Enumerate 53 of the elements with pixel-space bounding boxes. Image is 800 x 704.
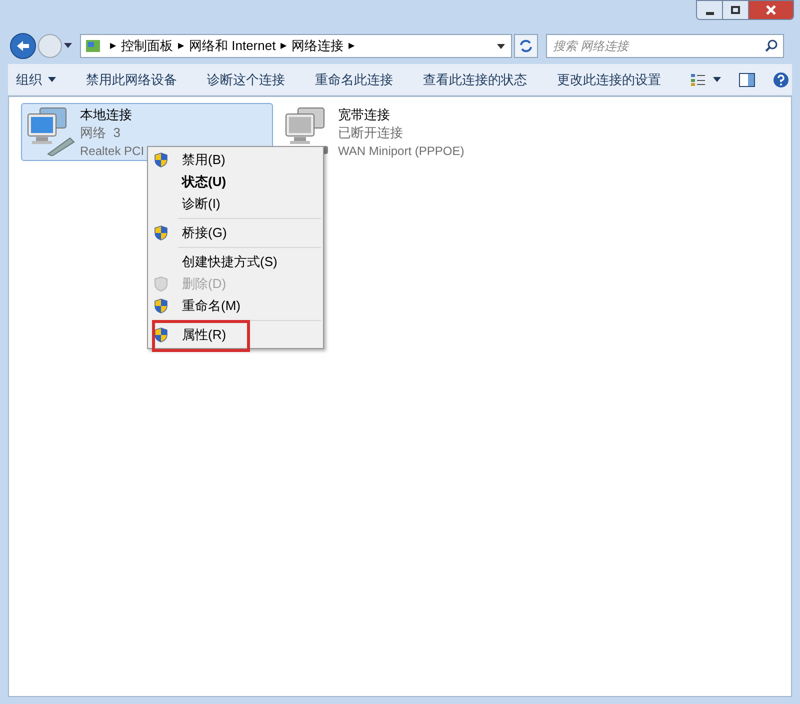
shield-icon xyxy=(154,276,168,292)
menu-item[interactable]: 桥接(G) xyxy=(182,223,227,243)
shield-icon xyxy=(154,327,168,343)
shield-icon xyxy=(154,225,168,241)
refresh-button[interactable] xyxy=(514,34,538,58)
help-icon xyxy=(773,72,789,88)
connection-status: 网络 3 xyxy=(80,124,122,142)
chevron-icon[interactable]: ▶ xyxy=(344,40,360,52)
preview-pane-icon xyxy=(739,72,755,86)
network-computer-icon xyxy=(26,106,76,156)
view-list-icon xyxy=(691,74,705,86)
search-field[interactable]: 搜索 网络连接 xyxy=(546,34,784,58)
breadcrumb-link[interactable]: 控制面板 xyxy=(121,36,173,56)
toolbar-button[interactable]: 查看此连接的状态 xyxy=(423,70,527,90)
shield-icon xyxy=(154,152,168,168)
toolbar-button[interactable]: 诊断这个连接 xyxy=(207,70,285,90)
chevron-icon[interactable]: ▶ xyxy=(105,40,121,52)
chevron-icon[interactable]: ▶ xyxy=(276,40,292,52)
breadcrumb-link[interactable]: 网络连接 xyxy=(292,36,344,56)
menu-item[interactable]: 状态(U) xyxy=(182,172,226,192)
menu-item[interactable]: 创建快捷方式(S) xyxy=(182,252,278,272)
connection-name: 本地连接 xyxy=(80,106,133,124)
back-arrow-icon xyxy=(16,40,30,52)
close-button[interactable] xyxy=(749,1,793,19)
menu-item[interactable]: 诊断(I) xyxy=(182,194,220,214)
caret-icon xyxy=(48,77,56,82)
view-options-button[interactable] xyxy=(691,74,721,86)
help-button[interactable] xyxy=(773,72,789,88)
control-panel-icon xyxy=(85,38,101,54)
search-icon xyxy=(765,39,778,52)
connection-name: 宽带连接 xyxy=(338,106,391,124)
toolbar-button[interactable]: 重命名此连接 xyxy=(315,70,393,90)
menu-item[interactable]: 属性(R) xyxy=(182,325,226,345)
toolbar-button[interactable]: 禁用此网络设备 xyxy=(86,70,177,90)
refresh-icon xyxy=(519,39,533,53)
back-button[interactable] xyxy=(10,33,36,59)
maximize-button[interactable] xyxy=(723,1,749,19)
shield-icon xyxy=(154,298,168,314)
toolbar-button[interactable]: 组织 xyxy=(16,70,56,90)
toolbar-button[interactable]: 更改此连接的设置 xyxy=(557,70,661,90)
chevron-icon[interactable]: ▶ xyxy=(173,40,189,52)
dropdown-icon[interactable] xyxy=(497,44,505,48)
history-dropdown-icon[interactable] xyxy=(64,43,72,49)
preview-pane-button[interactable] xyxy=(739,72,755,86)
address-bar[interactable]: ▶ 控制面板 ▶ 网络和 Internet ▶ 网络连接 ▶ xyxy=(80,34,512,58)
menu-item[interactable]: 重命名(M) xyxy=(182,296,240,316)
close-icon xyxy=(766,5,776,15)
connection-status: 已断开连接 xyxy=(338,124,404,142)
device-name: WAN Miniport (PPPOE) xyxy=(338,143,464,160)
device-name: Realtek PCI xyxy=(80,143,144,160)
breadcrumb-link[interactable]: 网络和 Internet xyxy=(189,36,276,56)
caret-icon xyxy=(713,77,721,82)
minimize-button[interactable] xyxy=(697,1,723,19)
